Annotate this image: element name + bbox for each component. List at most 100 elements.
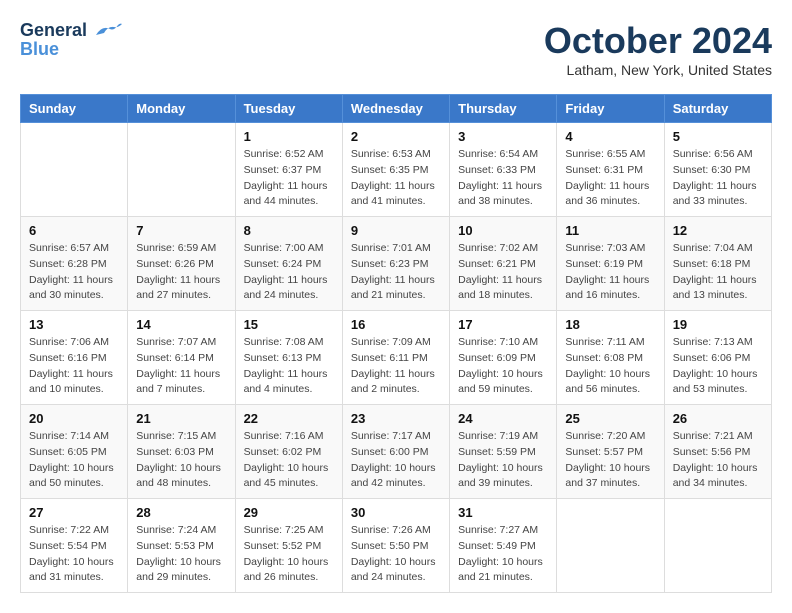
day-number: 28 [136, 505, 226, 520]
day-detail: Sunrise: 6:59 AMSunset: 6:26 PMDaylight:… [136, 241, 226, 304]
calendar-cell: 22 Sunrise: 7:16 AMSunset: 6:02 PMDayligh… [235, 405, 342, 499]
calendar-cell [664, 499, 771, 593]
calendar-cell: 26Sunrise: 7:21 AMSunset: 5:56 PMDayligh… [664, 405, 771, 499]
day-detail: Sunrise: 7:25 AMSunset: 5:52 PMDaylight:… [244, 523, 334, 586]
day-detail: Sunrise: 7:07 AMSunset: 6:14 PMDaylight:… [136, 335, 226, 398]
day-number: 6 [29, 223, 119, 238]
day-detail: Sunrise: 6:57 AMSunset: 6:28 PMDaylight:… [29, 241, 119, 304]
day-number: 4 [565, 129, 655, 144]
weekday-header-thursday: Thursday [450, 95, 557, 123]
title-block: October 2024 Latham, New York, United St… [544, 20, 772, 78]
calendar-cell [128, 123, 235, 217]
day-detail: Sunrise: 7:02 AMSunset: 6:21 PMDaylight:… [458, 241, 548, 304]
day-detail: Sunrise: 7:26 AMSunset: 5:50 PMDaylight:… [351, 523, 441, 586]
page-header: General Blue October 2024 Latham, New Yo… [20, 20, 772, 78]
day-detail: Sunrise: 7:10 AMSunset: 6:09 PMDaylight:… [458, 335, 548, 398]
calendar-cell: 15Sunrise: 7:08 AMSunset: 6:13 PMDayligh… [235, 311, 342, 405]
calendar-cell: 28 Sunrise: 7:24 AMSunset: 5:53 PMDayligh… [128, 499, 235, 593]
day-number: 14 [136, 317, 226, 332]
day-number: 11 [565, 223, 655, 238]
day-detail: Sunrise: 7:19 AMSunset: 5:59 PMDaylight:… [458, 429, 548, 492]
calendar-cell: 17 Sunrise: 7:10 AMSunset: 6:09 PMDayligh… [450, 311, 557, 405]
day-number: 23 [351, 411, 441, 426]
day-number: 22 [244, 411, 334, 426]
day-detail: Sunrise: 7:08 AMSunset: 6:13 PMDaylight:… [244, 335, 334, 398]
calendar-cell: 23 Sunrise: 7:17 AMSunset: 6:00 PMDayligh… [342, 405, 449, 499]
month-title: October 2024 [544, 20, 772, 62]
day-detail: Sunrise: 6:53 AMSunset: 6:35 PMDaylight:… [351, 147, 441, 210]
day-number: 21 [136, 411, 226, 426]
logo-general: General [20, 20, 87, 40]
location: Latham, New York, United States [544, 62, 772, 78]
day-number: 2 [351, 129, 441, 144]
calendar-cell: 16 Sunrise: 7:09 AMSunset: 6:11 PMDayligh… [342, 311, 449, 405]
day-detail: Sunrise: 7:27 AMSunset: 5:49 PMDaylight:… [458, 523, 548, 586]
calendar-week-4: 20 Sunrise: 7:14 AMSunset: 6:05 PMDayligh… [21, 405, 772, 499]
day-detail: Sunrise: 6:52 AMSunset: 6:37 PMDaylight:… [244, 147, 334, 210]
calendar-cell: 24 Sunrise: 7:19 AMSunset: 5:59 PMDayligh… [450, 405, 557, 499]
day-detail: Sunrise: 7:14 AMSunset: 6:05 PMDaylight:… [29, 429, 119, 492]
weekday-header-sunday: Sunday [21, 95, 128, 123]
day-detail: Sunrise: 7:03 AMSunset: 6:19 PMDaylight:… [565, 241, 655, 304]
calendar-cell: 11 Sunrise: 7:03 AMSunset: 6:19 PMDayligh… [557, 217, 664, 311]
calendar-week-1: 1 Sunrise: 6:52 AMSunset: 6:37 PMDaylight… [21, 123, 772, 217]
day-number: 8 [244, 223, 334, 238]
day-number: 19 [673, 317, 763, 332]
calendar-cell: 10 Sunrise: 7:02 AMSunset: 6:21 PMDayligh… [450, 217, 557, 311]
day-detail: Sunrise: 7:09 AMSunset: 6:11 PMDaylight:… [351, 335, 441, 398]
day-detail: Sunrise: 7:11 AMSunset: 6:08 PMDaylight:… [565, 335, 655, 398]
calendar-cell: 30 Sunrise: 7:26 AMSunset: 5:50 PMDayligh… [342, 499, 449, 593]
logo-bird-icon [94, 23, 122, 39]
day-number: 3 [458, 129, 548, 144]
weekday-header-saturday: Saturday [664, 95, 771, 123]
calendar-cell: 21 Sunrise: 7:15 AMSunset: 6:03 PMDayligh… [128, 405, 235, 499]
day-detail: Sunrise: 7:15 AMSunset: 6:03 PMDaylight:… [136, 429, 226, 492]
calendar-cell: 19 Sunrise: 7:13 AMSunset: 6:06 PMDayligh… [664, 311, 771, 405]
day-detail: Sunrise: 7:01 AMSunset: 6:23 PMDaylight:… [351, 241, 441, 304]
calendar-cell: 27Sunrise: 7:22 AMSunset: 5:54 PMDayligh… [21, 499, 128, 593]
weekday-header-tuesday: Tuesday [235, 95, 342, 123]
day-detail: Sunrise: 7:16 AMSunset: 6:02 PMDaylight:… [244, 429, 334, 492]
logo: General Blue [20, 20, 122, 60]
day-number: 29 [244, 505, 334, 520]
calendar-cell: 3 Sunrise: 6:54 AMSunset: 6:33 PMDaylight… [450, 123, 557, 217]
calendar-cell: 2 Sunrise: 6:53 AMSunset: 6:35 PMDaylight… [342, 123, 449, 217]
calendar-week-2: 6 Sunrise: 6:57 AMSunset: 6:28 PMDaylight… [21, 217, 772, 311]
calendar-cell: 1 Sunrise: 6:52 AMSunset: 6:37 PMDaylight… [235, 123, 342, 217]
calendar-cell: 12 Sunrise: 7:04 AMSunset: 6:18 PMDayligh… [664, 217, 771, 311]
day-detail: Sunrise: 6:55 AMSunset: 6:31 PMDaylight:… [565, 147, 655, 210]
day-number: 10 [458, 223, 548, 238]
day-detail: Sunrise: 6:56 AMSunset: 6:30 PMDaylight:… [673, 147, 763, 210]
calendar-cell: 20 Sunrise: 7:14 AMSunset: 6:05 PMDayligh… [21, 405, 128, 499]
calendar-cell [557, 499, 664, 593]
day-number: 30 [351, 505, 441, 520]
day-detail: Sunrise: 7:13 AMSunset: 6:06 PMDaylight:… [673, 335, 763, 398]
day-detail: Sunrise: 7:04 AMSunset: 6:18 PMDaylight:… [673, 241, 763, 304]
logo-blue: Blue [20, 39, 59, 60]
day-detail: Sunrise: 6:54 AMSunset: 6:33 PMDaylight:… [458, 147, 548, 210]
day-number: 31 [458, 505, 548, 520]
day-detail: Sunrise: 7:00 AMSunset: 6:24 PMDaylight:… [244, 241, 334, 304]
calendar-cell: 25Sunrise: 7:20 AMSunset: 5:57 PMDayligh… [557, 405, 664, 499]
calendar-cell [21, 123, 128, 217]
day-number: 24 [458, 411, 548, 426]
calendar-cell: 6 Sunrise: 6:57 AMSunset: 6:28 PMDaylight… [21, 217, 128, 311]
weekday-header-friday: Friday [557, 95, 664, 123]
calendar-cell: 5Sunrise: 6:56 AMSunset: 6:30 PMDaylight… [664, 123, 771, 217]
day-number: 26 [673, 411, 763, 426]
calendar-cell: 4 Sunrise: 6:55 AMSunset: 6:31 PMDaylight… [557, 123, 664, 217]
day-number: 1 [244, 129, 334, 144]
day-number: 25 [565, 411, 655, 426]
day-number: 18 [565, 317, 655, 332]
day-number: 20 [29, 411, 119, 426]
calendar-cell: 29 Sunrise: 7:25 AMSunset: 5:52 PMDayligh… [235, 499, 342, 593]
day-number: 16 [351, 317, 441, 332]
day-number: 7 [136, 223, 226, 238]
day-number: 12 [673, 223, 763, 238]
day-detail: Sunrise: 7:24 AMSunset: 5:53 PMDaylight:… [136, 523, 226, 586]
day-number: 17 [458, 317, 548, 332]
weekday-header-monday: Monday [128, 95, 235, 123]
calendar-cell: 9Sunrise: 7:01 AMSunset: 6:23 PMDaylight… [342, 217, 449, 311]
day-detail: Sunrise: 7:17 AMSunset: 6:00 PMDaylight:… [351, 429, 441, 492]
day-detail: Sunrise: 7:06 AMSunset: 6:16 PMDaylight:… [29, 335, 119, 398]
